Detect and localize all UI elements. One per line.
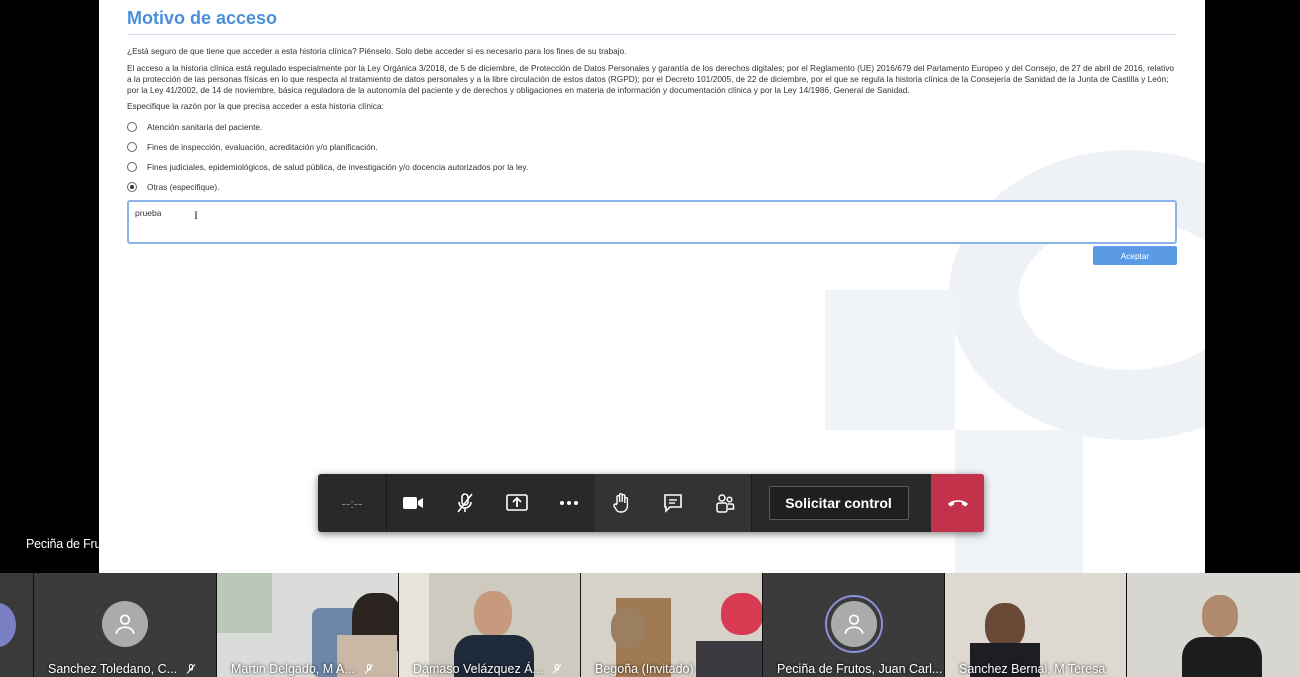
request-control-button[interactable]: Solicitar control xyxy=(768,486,909,520)
video-person xyxy=(1182,637,1262,677)
toolbar-group-main xyxy=(387,474,595,532)
participant-name-text: Sanchez Toledano, C... xyxy=(48,662,178,676)
access-reason-form: Motivo de acceso ¿Está seguro de que tie… xyxy=(127,0,1177,265)
video-person xyxy=(696,641,762,677)
toolbar-group-social xyxy=(595,474,751,532)
avatar xyxy=(0,603,16,647)
watermark-bar xyxy=(825,290,955,430)
radio-button[interactable] xyxy=(127,142,137,152)
participant-name-text: Dámaso Velázquez Á... xyxy=(413,662,543,676)
participant-tile[interactable]: Sanchez Bernal, M Teresa xyxy=(945,573,1127,677)
participant-tile-partial[interactable] xyxy=(0,573,34,677)
participant-tile[interactable]: Dámaso Velázquez Á... xyxy=(399,573,581,677)
participant-name-text: Martin Delgado, M A... xyxy=(231,662,355,676)
accept-button[interactable]: Aceptar xyxy=(1093,246,1177,265)
option-label: Atención sanitaria del paciente. xyxy=(147,122,263,132)
more-options-button[interactable] xyxy=(543,474,595,532)
chat-button[interactable] xyxy=(647,474,699,532)
teams-meeting-window: Motivo de acceso ¿Está seguro de que tie… xyxy=(0,0,1300,677)
specify-label: Especifique la razón por la que precisa … xyxy=(127,101,384,111)
share-screen-button[interactable] xyxy=(491,474,543,532)
reason-option-healthcare[interactable]: Atención sanitaria del paciente. xyxy=(127,117,1177,137)
participant-name: Sanchez Toledano, C... xyxy=(48,662,197,676)
participant-name: Martin Delgado, M A... xyxy=(231,662,375,676)
video-background xyxy=(217,573,272,633)
page-title: Motivo de acceso xyxy=(127,8,278,28)
hang-up-icon xyxy=(947,500,968,507)
participant-name: Sanchez Bernal, M Teresa xyxy=(959,662,1106,676)
more-dots-icon xyxy=(560,501,578,505)
meeting-timer: --:-- xyxy=(318,474,387,532)
radio-button[interactable] xyxy=(127,122,137,132)
raise-hand-icon xyxy=(613,493,629,513)
participant-tile-unnamed[interactable] xyxy=(1127,573,1300,677)
option-label: Fines de inspección, evaluación, acredit… xyxy=(147,142,378,152)
video-person xyxy=(474,591,512,637)
participants-button[interactable] xyxy=(699,474,751,532)
avatar xyxy=(102,601,148,647)
meeting-controls-bar: --:-- Solicitar control xyxy=(318,474,984,532)
person-icon xyxy=(843,614,864,634)
request-control-wrapper: Solicitar control xyxy=(751,474,925,532)
reason-option-judicial[interactable]: Fines judiciales, epidemiológicos, de sa… xyxy=(127,157,1177,177)
participant-name: Begoña (Invitado) xyxy=(595,662,694,676)
title-divider xyxy=(127,34,1177,35)
mic-muted-icon xyxy=(186,664,196,674)
participant-name: Peciña de Frutos, Juan Carl... xyxy=(777,662,943,676)
radio-button[interactable] xyxy=(127,162,137,172)
video-person xyxy=(611,608,645,648)
participant-tile[interactable]: Peciña de Frutos, Juan Carl... xyxy=(763,573,945,677)
chat-icon xyxy=(664,494,682,513)
participant-strip: Sanchez Toledano, C... Martin Delgado, M… xyxy=(0,573,1300,677)
video-person xyxy=(721,593,762,635)
mic-button[interactable] xyxy=(439,474,491,532)
raise-hand-button[interactable] xyxy=(595,474,647,532)
legal-text: El acceso a la historia clínica está reg… xyxy=(127,63,1174,95)
reason-options: Atención sanitaria del paciente. Fines d… xyxy=(127,117,1177,197)
reason-option-other[interactable]: Otras (especifique). xyxy=(127,177,1177,197)
presenter-name-label: Peciña de Frutos, Juan Carlos xyxy=(26,537,189,551)
access-question: ¿Está seguro de que tiene que acceder a … xyxy=(127,46,627,56)
participant-tile[interactable]: Martin Delgado, M A... xyxy=(217,573,399,677)
reason-option-inspection[interactable]: Fines de inspección, evaluación, acredit… xyxy=(127,137,1177,157)
mic-muted-icon xyxy=(457,493,473,513)
camera-icon xyxy=(403,497,423,509)
camera-button[interactable] xyxy=(387,474,439,532)
option-label: Fines judiciales, epidemiológicos, de sa… xyxy=(147,162,529,172)
participant-tile[interactable]: Begoña (Invitado) xyxy=(581,573,763,677)
participants-icon xyxy=(716,494,735,513)
other-reason-input[interactable]: prueba xyxy=(127,200,1177,244)
video-person xyxy=(1202,595,1238,637)
text-cursor-icon: I xyxy=(194,208,198,222)
hang-up-button[interactable] xyxy=(931,474,984,532)
participant-name: Dámaso Velázquez Á... xyxy=(413,662,563,676)
participant-tile[interactable]: Sanchez Toledano, C... xyxy=(34,573,217,677)
person-icon xyxy=(115,614,135,634)
mic-muted-icon xyxy=(552,664,562,674)
share-screen-icon xyxy=(506,494,528,511)
option-label: Otras (especifique). xyxy=(147,182,220,192)
radio-button-selected[interactable] xyxy=(127,182,137,192)
avatar xyxy=(830,601,877,647)
mic-muted-icon xyxy=(364,664,374,674)
